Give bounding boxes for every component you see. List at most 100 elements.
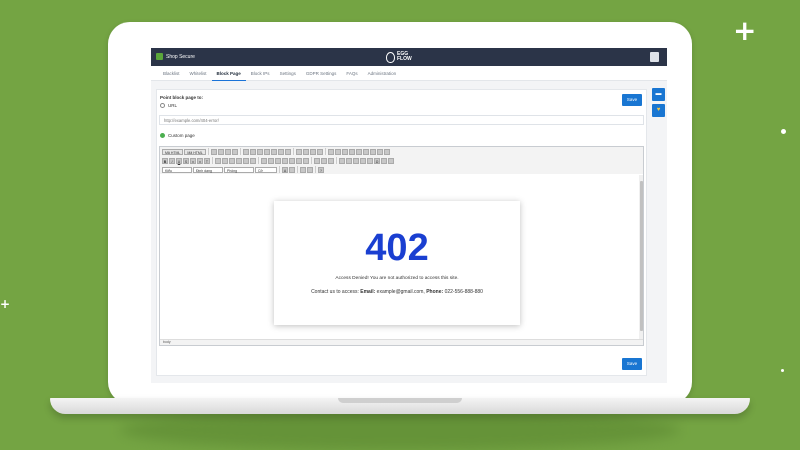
show-blocks-icon[interactable]: [307, 166, 313, 173]
link-icon[interactable]: [314, 157, 320, 164]
tab-administration[interactable]: Administration: [363, 66, 402, 81]
page-break-icon[interactable]: [381, 157, 387, 164]
templates-icon[interactable]: [231, 148, 238, 155]
favorite-button[interactable]: ♥: [652, 104, 665, 117]
save-button-bottom[interactable]: Save: [622, 358, 642, 370]
custom-page-radio[interactable]: [160, 133, 165, 139]
redo-icon[interactable]: [284, 148, 291, 155]
print-icon[interactable]: [224, 148, 231, 155]
spellcheck-icon[interactable]: [316, 148, 323, 155]
editor-scroll-thumb[interactable]: [639, 181, 643, 331]
outdent-icon[interactable]: [229, 157, 235, 164]
custom-page-label: Custom page: [168, 133, 195, 138]
div-icon[interactable]: [250, 157, 256, 164]
iframe-icon[interactable]: [388, 157, 394, 164]
table-icon[interactable]: [353, 157, 359, 164]
editor-content-area[interactable]: 402 Access Denied! You are not authorize…: [160, 175, 643, 341]
cut-icon[interactable]: [242, 148, 249, 155]
paste-icon[interactable]: [256, 148, 263, 155]
text-color-icon[interactable]: A: [282, 166, 288, 173]
tab-gdpr-settings[interactable]: GDPR Settings: [301, 66, 342, 81]
strike-icon[interactable]: S: [183, 157, 189, 164]
copy-icon[interactable]: [249, 148, 256, 155]
size-select[interactable]: Cỡ: [255, 166, 277, 173]
remove-format-icon[interactable]: T: [204, 157, 210, 164]
user-avatar-icon[interactable]: [650, 52, 659, 62]
toolbar-separator: [315, 166, 316, 173]
editor-scrollbar[interactable]: [639, 175, 643, 341]
top-bar: Shop Secure EGG FLOW: [151, 48, 667, 66]
bg-color-icon[interactable]: [289, 166, 295, 173]
font-select[interactable]: Phông: [224, 166, 254, 173]
paste-text-icon[interactable]: [263, 148, 270, 155]
editor-toolbar-row-2: B I U S x x T Ω: [160, 156, 643, 165]
preview-icon[interactable]: [217, 148, 224, 155]
maximize-icon[interactable]: [300, 166, 306, 173]
unlink-icon[interactable]: [321, 157, 327, 164]
align-left-icon[interactable]: [261, 157, 267, 164]
replace-icon[interactable]: [302, 148, 309, 155]
smiley-icon[interactable]: [367, 157, 373, 164]
align-center-icon[interactable]: [268, 157, 274, 164]
find-icon[interactable]: [295, 148, 302, 155]
rtl-icon[interactable]: [296, 157, 302, 164]
form-icon[interactable]: [327, 148, 334, 155]
select-all-icon[interactable]: [309, 148, 316, 155]
horizontal-rule-icon[interactable]: [360, 157, 366, 164]
url-option[interactable]: URL: [160, 103, 178, 109]
tab-block-page[interactable]: Block Page: [211, 66, 246, 81]
styles-select[interactable]: Kiểu: [162, 166, 192, 173]
textarea-icon[interactable]: [355, 148, 362, 155]
tab-blacklist[interactable]: Blacklist: [158, 66, 185, 81]
image-icon[interactable]: [339, 157, 345, 164]
align-justify-icon[interactable]: [282, 157, 288, 164]
button-field-icon[interactable]: [369, 148, 376, 155]
indent-icon[interactable]: [236, 157, 242, 164]
contact-line: Contact us to access: Email: example@gma…: [274, 289, 520, 295]
checkbox-icon[interactable]: [334, 148, 341, 155]
flash-icon[interactable]: [346, 157, 352, 164]
blockquote-icon[interactable]: [243, 157, 249, 164]
bold-icon[interactable]: B: [162, 157, 168, 164]
italic-icon[interactable]: I: [169, 157, 175, 164]
help-icon[interactable]: ?: [318, 166, 324, 173]
select-field-icon[interactable]: [362, 148, 369, 155]
decor-plus-small-icon: +: [0, 297, 11, 311]
bulleted-list-icon[interactable]: [222, 157, 228, 164]
source-html-button[interactable]: Mã HTML: [162, 148, 184, 155]
ltr-icon[interactable]: [289, 157, 295, 164]
underline-icon[interactable]: U: [176, 157, 182, 164]
save-button-top[interactable]: Save: [622, 94, 642, 106]
subscript-icon[interactable]: x: [190, 157, 196, 164]
tab-whitelist[interactable]: Whitelist: [185, 66, 212, 81]
special-char-icon[interactable]: Ω: [374, 157, 380, 164]
undo-icon[interactable]: [277, 148, 284, 155]
tab-block-ips[interactable]: Block IPs: [246, 66, 275, 81]
format-select[interactable]: Định dạng: [193, 166, 223, 173]
editor-status-path[interactable]: body: [160, 339, 643, 345]
custom-page-option[interactable]: Custom page: [160, 133, 195, 139]
url-option-label: URL: [168, 103, 178, 108]
paste-word-icon[interactable]: [270, 148, 277, 155]
decor-dot-small: [781, 369, 784, 372]
anchor-icon[interactable]: [328, 157, 334, 164]
tab-faqs[interactable]: FAQs: [341, 66, 362, 81]
contact-prefix: Contact us to access:: [311, 289, 359, 295]
hidden-field-icon[interactable]: [383, 148, 390, 155]
chat-button[interactable]: ▬: [652, 88, 665, 101]
numbered-list-icon[interactable]: [215, 157, 221, 164]
source-html-button-2[interactable]: Mã HTML: [184, 148, 206, 155]
url-radio[interactable]: [160, 103, 165, 109]
decor-plus-icon: +: [733, 14, 757, 47]
align-right-icon[interactable]: [275, 157, 281, 164]
superscript-icon[interactable]: x: [197, 157, 203, 164]
tab-settings[interactable]: Settings: [275, 66, 301, 81]
brand[interactable]: Shop Secure: [156, 53, 195, 60]
language-icon[interactable]: [303, 157, 309, 164]
textfield-icon[interactable]: [348, 148, 355, 155]
radio-icon[interactable]: [341, 148, 348, 155]
eggflow-logo-text: EGG FLOW: [397, 51, 412, 62]
new-page-icon[interactable]: [210, 148, 217, 155]
url-input[interactable]: http://example.com/404-error/: [159, 115, 644, 125]
image-button-icon[interactable]: [376, 148, 383, 155]
